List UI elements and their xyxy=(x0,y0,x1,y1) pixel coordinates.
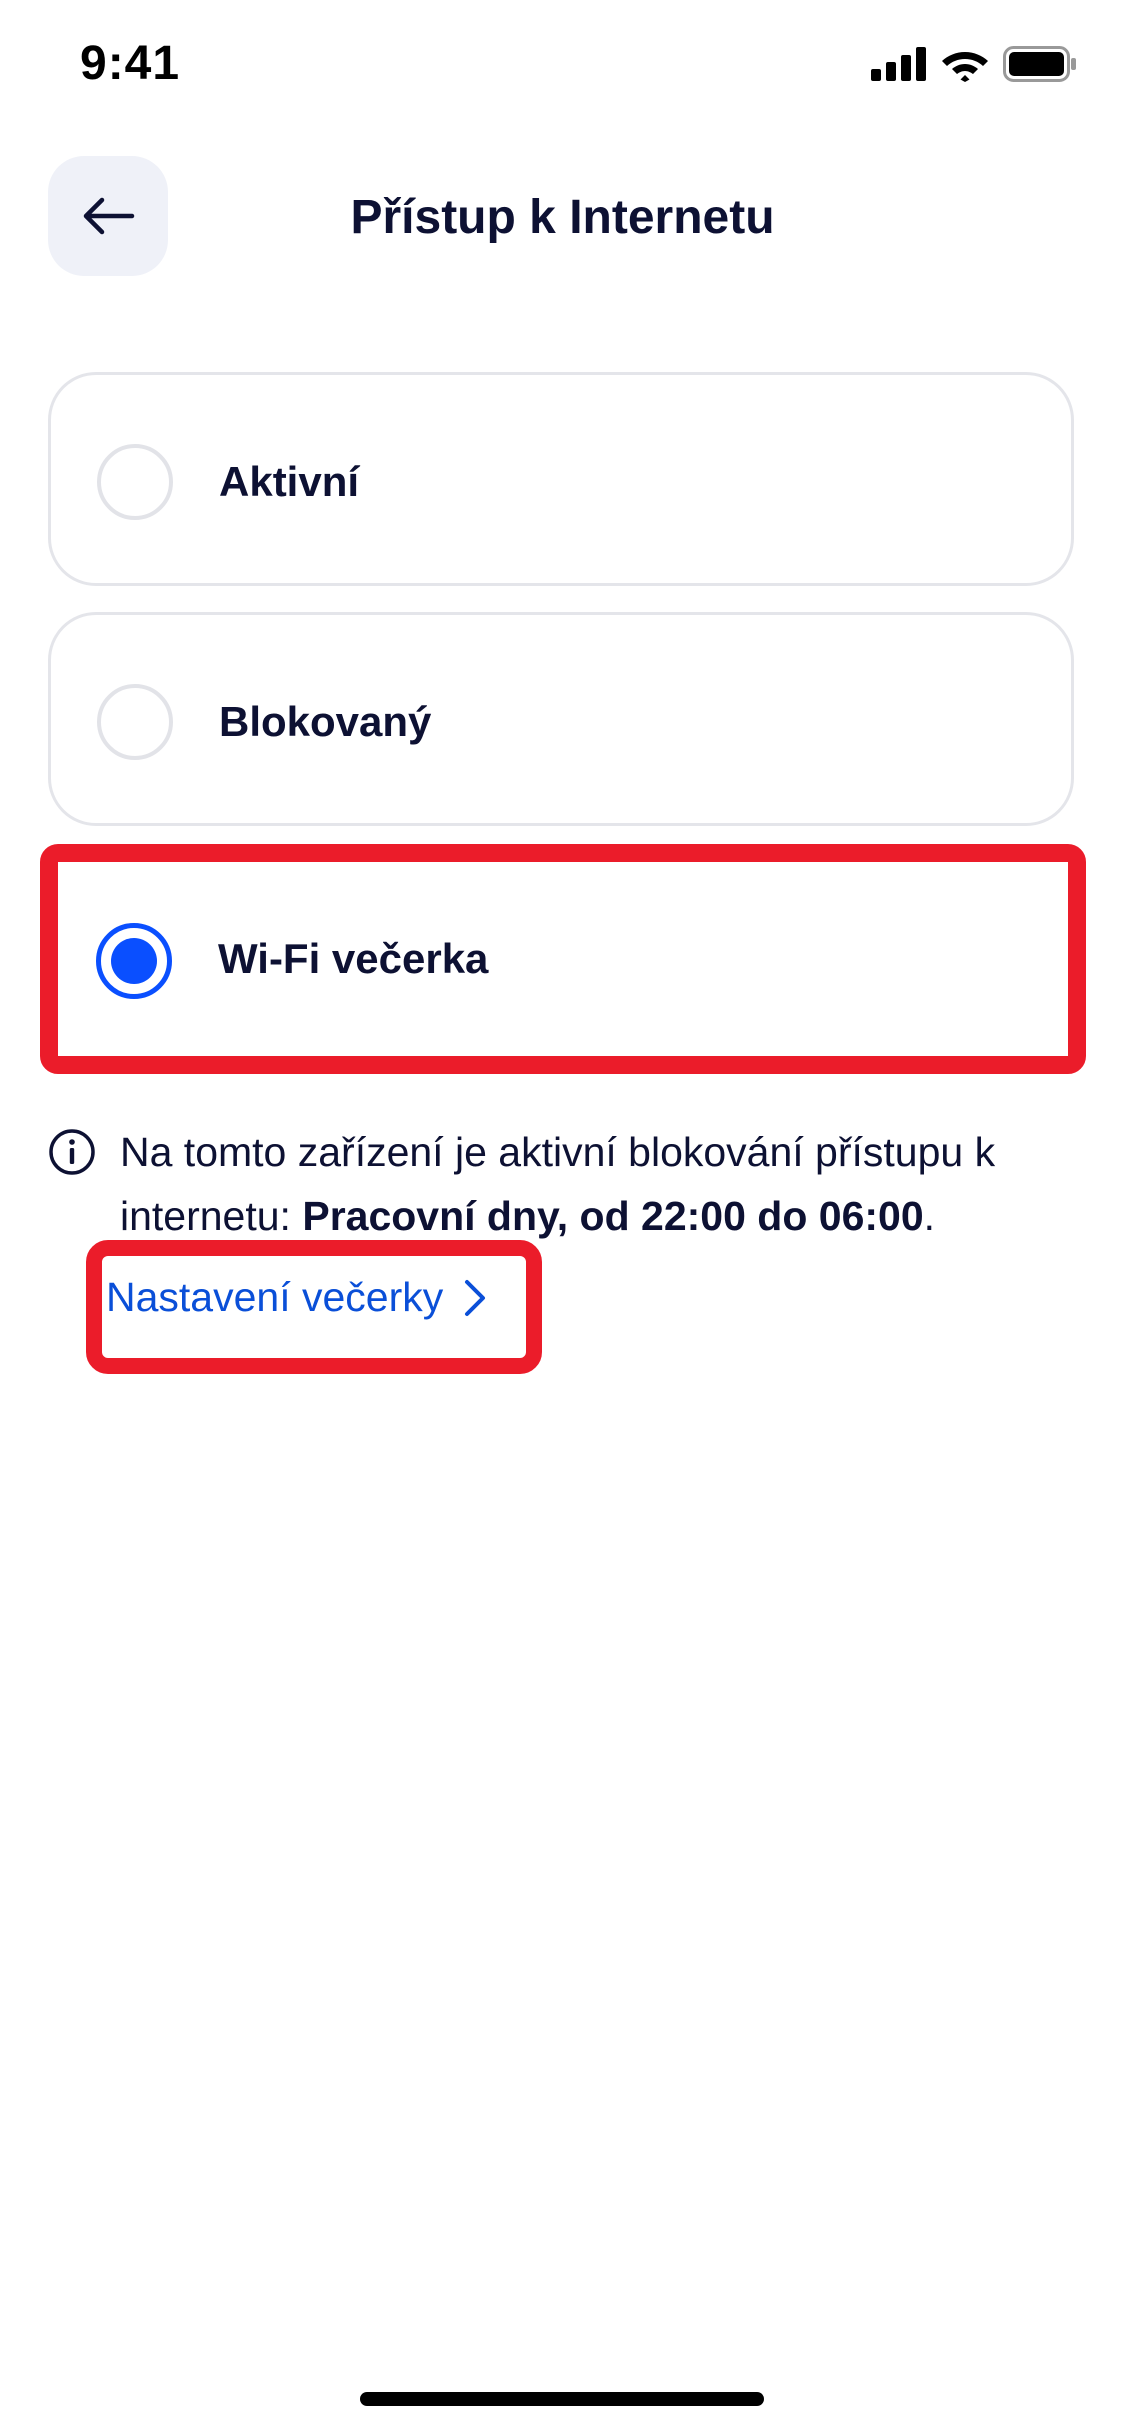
status-time: 9:41 xyxy=(80,37,181,90)
option-label: Aktivní xyxy=(219,458,360,505)
page-title: Přístup k Internetu xyxy=(350,191,775,244)
battery-icon xyxy=(1003,46,1076,82)
home-indicator[interactable] xyxy=(360,2392,764,2406)
radio-button[interactable] xyxy=(97,444,173,520)
info-icon xyxy=(49,1129,95,1175)
info-text-suffix: . xyxy=(923,1193,936,1239)
option-aktivni[interactable]: Aktivní xyxy=(48,372,1074,586)
option-label: Wi-Fi večerka xyxy=(218,935,489,982)
option-blokovany[interactable]: Blokovaný xyxy=(48,612,1074,826)
option-label: Blokovaný xyxy=(219,698,432,745)
nav-bar: Přístup k Internetu xyxy=(0,156,1125,276)
option-wifi-vecerka[interactable]: Wi-Fi večerka xyxy=(40,844,1086,1074)
radio-selected-dot xyxy=(111,938,157,984)
cellular-signal-icon xyxy=(871,47,926,81)
wifi-icon xyxy=(942,52,988,82)
info-text: Na tomto zařízení je aktivní blokování p… xyxy=(120,1120,1080,1248)
chevron-right-icon xyxy=(465,1279,486,1316)
curfew-settings-link-label: Nastavení večerky xyxy=(106,1274,444,1320)
status-icons xyxy=(871,46,1077,82)
radio-button-selected[interactable] xyxy=(96,923,172,999)
status-bar: 9:41 xyxy=(0,0,1125,132)
curfew-settings-link[interactable]: Nastavení večerky xyxy=(106,1274,487,1321)
radio-button[interactable] xyxy=(97,684,173,760)
info-text-schedule: Pracovní dny, od 22:00 do 06:00 xyxy=(302,1193,924,1239)
